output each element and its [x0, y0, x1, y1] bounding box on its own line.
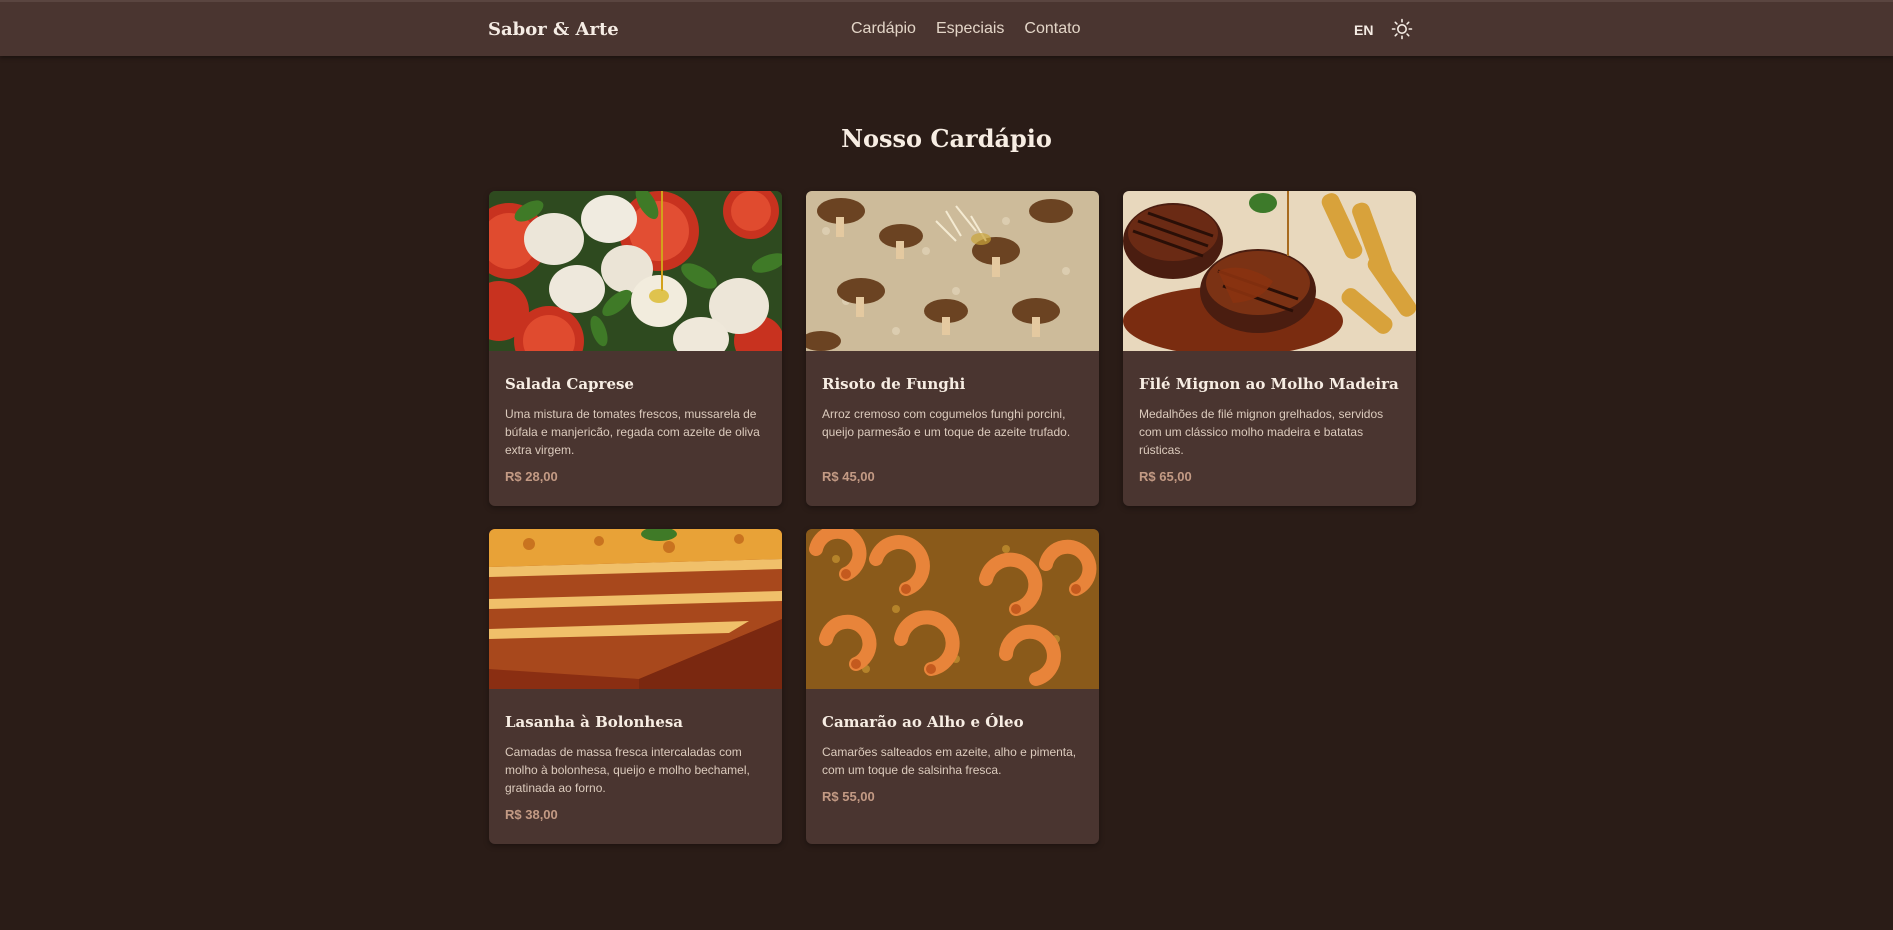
menu-card-file-mignon[interactable]: Filé Mignon ao Molho Madeira Medalhões d…	[1123, 191, 1416, 506]
dish-name: Filé Mignon ao Molho Madeira	[1139, 375, 1399, 393]
dish-description: Camarões salteados em azeite, alho e pim…	[822, 745, 1077, 777]
dish-price: R$ 55,00	[822, 789, 875, 804]
dish-photo-camarao	[806, 529, 1099, 689]
dish-description: Camadas de massa fresca intercaladas com…	[505, 745, 750, 795]
dish-photo-risoto	[806, 191, 1099, 351]
brand-logo[interactable]: Sabor & Arte	[488, 19, 619, 40]
dish-price: R$ 28,00	[505, 469, 558, 484]
sun-icon	[1391, 18, 1413, 40]
nav-link-especiais[interactable]: Especiais	[936, 20, 1004, 38]
menu-card-lasanha[interactable]: Lasanha à Bolonhesa Camadas de massa fre…	[489, 529, 782, 844]
nav-link-cardapio[interactable]: Cardápio	[851, 20, 916, 38]
dish-name: Salada Caprese	[505, 375, 634, 393]
dish-photo-caprese	[489, 191, 782, 351]
language-toggle[interactable]: EN	[1354, 22, 1373, 38]
dish-name: Camarão ao Alho e Óleo	[822, 713, 1024, 731]
theme-toggle-button[interactable]	[1391, 18, 1413, 40]
dish-description: Arroz cremoso com cogumelos funghi porci…	[822, 407, 1071, 439]
dish-price: R$ 45,00	[822, 469, 875, 484]
menu-card-camarao[interactable]: Camarão ao Alho e Óleo Camarões salteado…	[806, 529, 1099, 844]
top-navbar: Sabor & Arte Cardápio Especiais Contato …	[0, 0, 1893, 56]
menu-card-risoto-funghi[interactable]: Risoto de Funghi Arroz cremoso com cogum…	[806, 191, 1099, 506]
menu-card-salada-caprese[interactable]: Salada Caprese Uma mistura de tomates fr…	[489, 191, 782, 506]
dish-name: Risoto de Funghi	[822, 375, 966, 393]
dish-photo-lasanha	[489, 529, 782, 689]
dish-description: Uma mistura de tomates frescos, mussarel…	[505, 407, 760, 457]
dish-name: Lasanha à Bolonhesa	[505, 713, 684, 731]
dish-price: R$ 65,00	[1139, 469, 1192, 484]
dish-photo-file-mignon	[1123, 191, 1416, 351]
page-title: Nosso Cardápio	[841, 124, 1052, 153]
main-nav: Cardápio Especiais Contato	[851, 20, 1080, 38]
nav-link-contato[interactable]: Contato	[1024, 20, 1080, 38]
dish-description: Medalhões de filé mignon grelhados, serv…	[1139, 407, 1384, 457]
dish-price: R$ 38,00	[505, 807, 558, 822]
